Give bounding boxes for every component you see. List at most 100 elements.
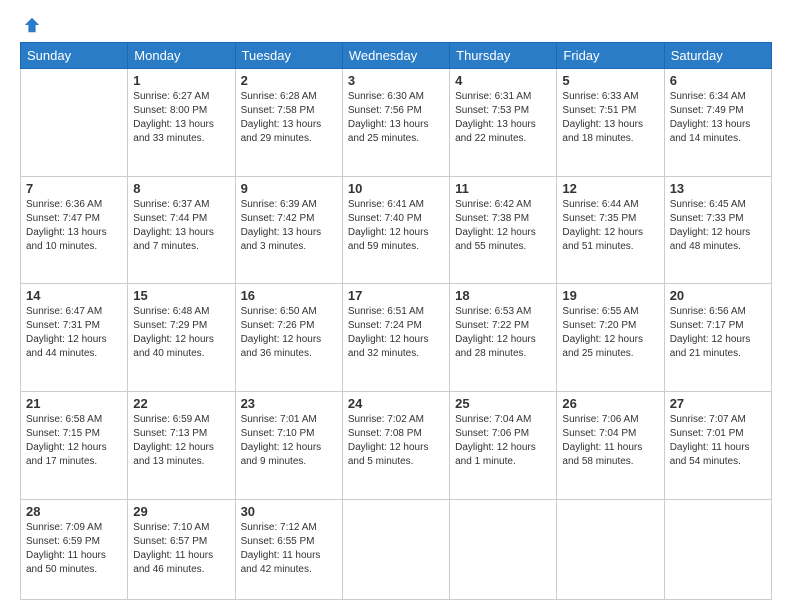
day-info: Sunrise: 6:30 AMSunset: 7:56 PMDaylight:…	[348, 90, 444, 146]
day-info: Sunrise: 6:56 AMSunset: 7:17 PMDaylight:…	[670, 305, 766, 361]
day-info: Sunrise: 7:10 AMSunset: 6:57 PMDaylight:…	[133, 521, 229, 577]
calendar-cell	[342, 499, 449, 599]
calendar-cell: 29 Sunrise: 7:10 AMSunset: 6:57 PMDayligh…	[128, 499, 235, 599]
calendar-cell	[557, 499, 664, 599]
day-number: 30	[241, 504, 337, 519]
calendar-cell: 13 Sunrise: 6:45 AMSunset: 7:33 PMDayligh…	[664, 176, 771, 284]
day-info: Sunrise: 6:44 AMSunset: 7:35 PMDaylight:…	[562, 198, 658, 254]
day-number: 25	[455, 396, 551, 411]
calendar-table: SundayMondayTuesdayWednesdayThursdayFrid…	[20, 42, 772, 600]
day-number: 16	[241, 288, 337, 303]
page: SundayMondayTuesdayWednesdayThursdayFrid…	[0, 0, 792, 612]
calendar-header-friday: Friday	[557, 43, 664, 69]
day-info: Sunrise: 7:07 AMSunset: 7:01 PMDaylight:…	[670, 413, 766, 469]
calendar-cell: 16 Sunrise: 6:50 AMSunset: 7:26 PMDayligh…	[235, 284, 342, 392]
day-number: 7	[26, 181, 122, 196]
day-info: Sunrise: 6:58 AMSunset: 7:15 PMDaylight:…	[26, 413, 122, 469]
day-number: 24	[348, 396, 444, 411]
day-info: Sunrise: 6:28 AMSunset: 7:58 PMDaylight:…	[241, 90, 337, 146]
day-number: 27	[670, 396, 766, 411]
calendar-cell: 14 Sunrise: 6:47 AMSunset: 7:31 PMDayligh…	[21, 284, 128, 392]
calendar-cell: 15 Sunrise: 6:48 AMSunset: 7:29 PMDayligh…	[128, 284, 235, 392]
calendar-week-4: 21 Sunrise: 6:58 AMSunset: 7:15 PMDayligh…	[21, 391, 772, 499]
calendar-cell: 2Sunrise: 6:28 AMSunset: 7:58 PMDaylight…	[235, 69, 342, 177]
day-number: 13	[670, 181, 766, 196]
calendar-header-sunday: Sunday	[21, 43, 128, 69]
calendar-cell: 3 Sunrise: 6:30 AMSunset: 7:56 PMDaylight…	[342, 69, 449, 177]
calendar-header-thursday: Thursday	[450, 43, 557, 69]
day-info: Sunrise: 7:12 AMSunset: 6:55 PMDaylight:…	[241, 521, 337, 577]
day-number: 14	[26, 288, 122, 303]
calendar-cell: 5 Sunrise: 6:33 AMSunset: 7:51 PMDaylight…	[557, 69, 664, 177]
day-info: Sunrise: 7:09 AMSunset: 6:59 PMDaylight:…	[26, 521, 122, 577]
day-number: 20	[670, 288, 766, 303]
header	[20, 16, 772, 34]
day-info: Sunrise: 6:39 AMSunset: 7:42 PMDaylight:…	[241, 198, 337, 254]
day-number: 5	[562, 73, 658, 88]
logo	[20, 16, 41, 34]
day-number: 15	[133, 288, 229, 303]
calendar-cell	[21, 69, 128, 177]
day-info: Sunrise: 7:04 AMSunset: 7:06 PMDaylight:…	[455, 413, 551, 469]
day-info: Sunrise: 6:51 AMSunset: 7:24 PMDaylight:…	[348, 305, 444, 361]
calendar-cell	[450, 499, 557, 599]
day-info: Sunrise: 7:06 AMSunset: 7:04 PMDaylight:…	[562, 413, 658, 469]
day-number: 8	[133, 181, 229, 196]
day-number: 4	[455, 73, 551, 88]
day-number: 6	[670, 73, 766, 88]
day-info: Sunrise: 6:48 AMSunset: 7:29 PMDaylight:…	[133, 305, 229, 361]
calendar-cell: 4 Sunrise: 6:31 AMSunset: 7:53 PMDaylight…	[450, 69, 557, 177]
calendar-week-1: 1 Sunrise: 6:27 AMSunset: 8:00 PMDaylight…	[21, 69, 772, 177]
day-info: Sunrise: 6:53 AMSunset: 7:22 PMDaylight:…	[455, 305, 551, 361]
day-info: Sunrise: 6:47 AMSunset: 7:31 PMDaylight:…	[26, 305, 122, 361]
day-number: 26	[562, 396, 658, 411]
calendar-cell: 6 Sunrise: 6:34 AMSunset: 7:49 PMDaylight…	[664, 69, 771, 177]
calendar-cell: 19Sunrise: 6:55 AMSunset: 7:20 PMDayligh…	[557, 284, 664, 392]
calendar-header-wednesday: Wednesday	[342, 43, 449, 69]
calendar-header-row: SundayMondayTuesdayWednesdayThursdayFrid…	[21, 43, 772, 69]
calendar-cell: 28 Sunrise: 7:09 AMSunset: 6:59 PMDayligh…	[21, 499, 128, 599]
logo-icon	[23, 16, 41, 34]
calendar-cell: 18 Sunrise: 6:53 AMSunset: 7:22 PMDayligh…	[450, 284, 557, 392]
day-number: 21	[26, 396, 122, 411]
calendar-cell: 24 Sunrise: 7:02 AMSunset: 7:08 PMDayligh…	[342, 391, 449, 499]
calendar-cell: 25 Sunrise: 7:04 AMSunset: 7:06 PMDayligh…	[450, 391, 557, 499]
day-number: 28	[26, 504, 122, 519]
calendar-cell: 8 Sunrise: 6:37 AMSunset: 7:44 PMDaylight…	[128, 176, 235, 284]
calendar-cell: 1 Sunrise: 6:27 AMSunset: 8:00 PMDaylight…	[128, 69, 235, 177]
day-info: Sunrise: 6:34 AMSunset: 7:49 PMDaylight:…	[670, 90, 766, 146]
calendar-header-monday: Monday	[128, 43, 235, 69]
calendar-cell: 26 Sunrise: 7:06 AMSunset: 7:04 PMDayligh…	[557, 391, 664, 499]
day-number: 19	[562, 288, 658, 303]
day-info: Sunrise: 6:37 AMSunset: 7:44 PMDaylight:…	[133, 198, 229, 254]
calendar-cell: 21 Sunrise: 6:58 AMSunset: 7:15 PMDayligh…	[21, 391, 128, 499]
calendar-cell: 7Sunrise: 6:36 AMSunset: 7:47 PMDaylight…	[21, 176, 128, 284]
day-info: Sunrise: 6:45 AMSunset: 7:33 PMDaylight:…	[670, 198, 766, 254]
calendar-header-saturday: Saturday	[664, 43, 771, 69]
day-number: 3	[348, 73, 444, 88]
day-number: 18	[455, 288, 551, 303]
day-info: Sunrise: 7:02 AMSunset: 7:08 PMDaylight:…	[348, 413, 444, 469]
day-number: 11	[455, 181, 551, 196]
day-number: 9	[241, 181, 337, 196]
calendar-cell: 10Sunrise: 6:41 AMSunset: 7:40 PMDayligh…	[342, 176, 449, 284]
day-number: 17	[348, 288, 444, 303]
calendar-cell: 12Sunrise: 6:44 AMSunset: 7:35 PMDayligh…	[557, 176, 664, 284]
calendar-week-2: 7Sunrise: 6:36 AMSunset: 7:47 PMDaylight…	[21, 176, 772, 284]
day-info: Sunrise: 6:33 AMSunset: 7:51 PMDaylight:…	[562, 90, 658, 146]
calendar-cell: 20 Sunrise: 6:56 AMSunset: 7:17 PMDayligh…	[664, 284, 771, 392]
day-number: 29	[133, 504, 229, 519]
calendar-cell: 27 Sunrise: 7:07 AMSunset: 7:01 PMDayligh…	[664, 391, 771, 499]
day-info: Sunrise: 6:59 AMSunset: 7:13 PMDaylight:…	[133, 413, 229, 469]
day-info: Sunrise: 6:27 AMSunset: 8:00 PMDaylight:…	[133, 90, 229, 146]
day-info: Sunrise: 6:31 AMSunset: 7:53 PMDaylight:…	[455, 90, 551, 146]
calendar-week-3: 14 Sunrise: 6:47 AMSunset: 7:31 PMDayligh…	[21, 284, 772, 392]
day-info: Sunrise: 6:50 AMSunset: 7:26 PMDaylight:…	[241, 305, 337, 361]
calendar-cell: 23Sunrise: 7:01 AMSunset: 7:10 PMDayligh…	[235, 391, 342, 499]
calendar-cell: 17 Sunrise: 6:51 AMSunset: 7:24 PMDayligh…	[342, 284, 449, 392]
day-info: Sunrise: 6:41 AMSunset: 7:40 PMDaylight:…	[348, 198, 444, 254]
day-info: Sunrise: 7:01 AMSunset: 7:10 PMDaylight:…	[241, 413, 337, 469]
day-number: 1	[133, 73, 229, 88]
calendar-cell: 22Sunrise: 6:59 AMSunset: 7:13 PMDayligh…	[128, 391, 235, 499]
calendar-header-tuesday: Tuesday	[235, 43, 342, 69]
